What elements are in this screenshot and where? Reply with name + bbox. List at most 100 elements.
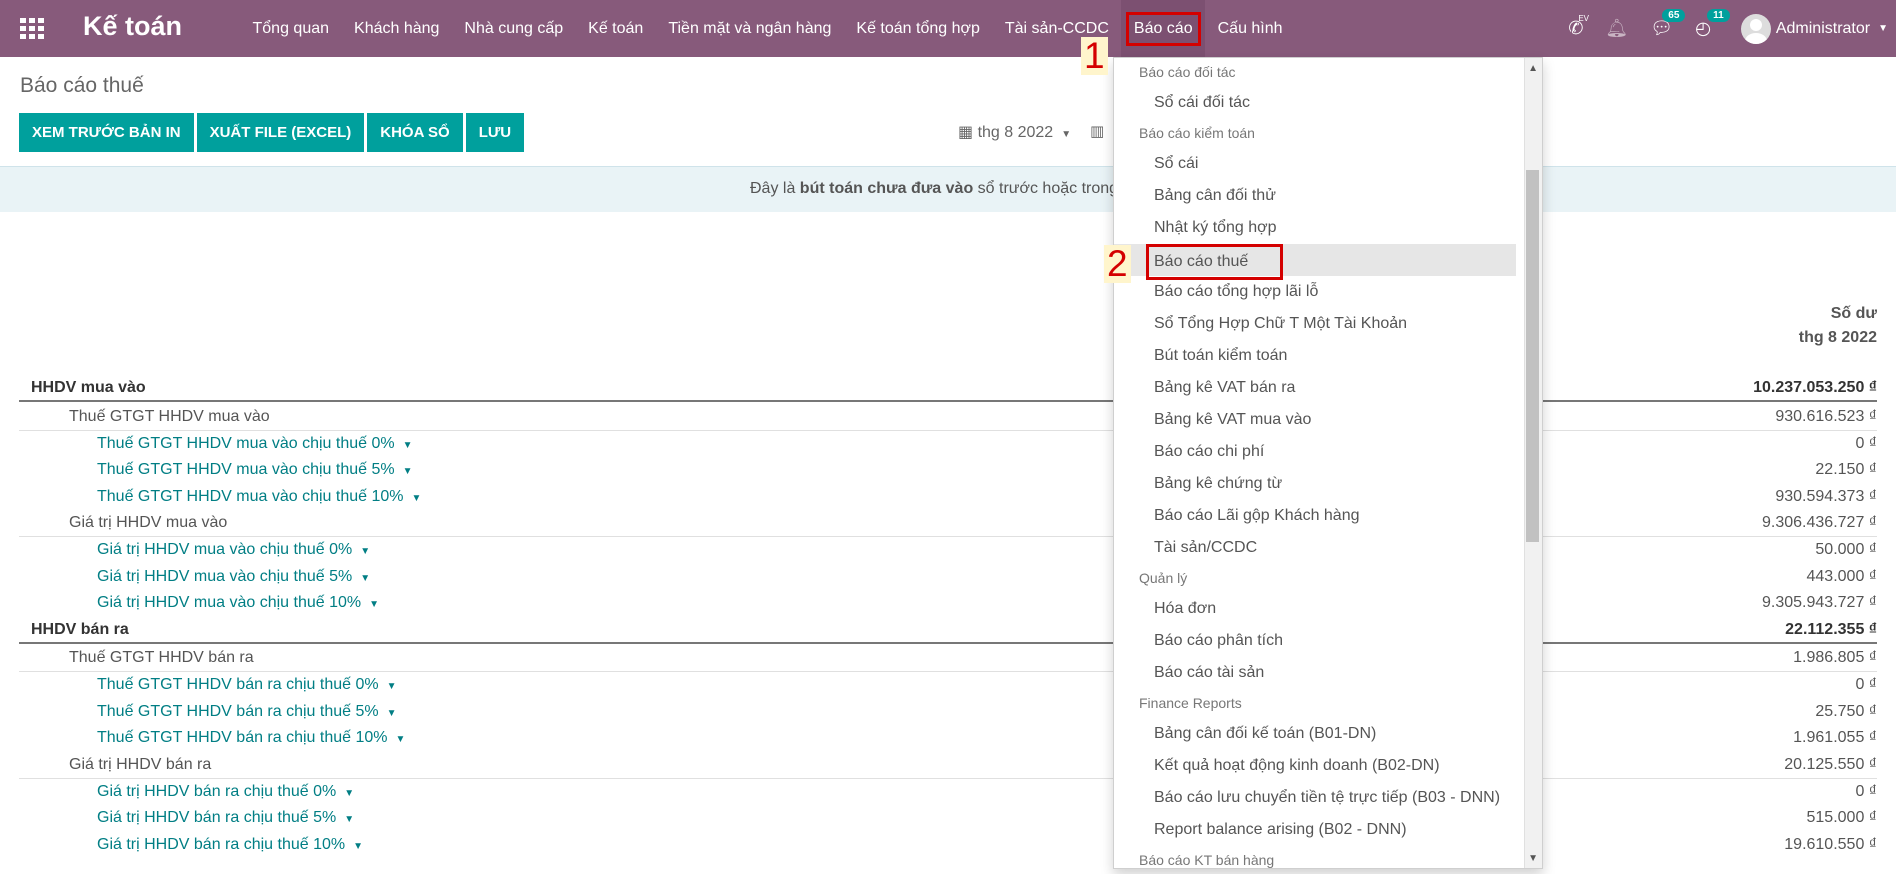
caret-down-icon[interactable]: ▼ xyxy=(344,788,354,799)
caret-down-icon[interactable]: ▼ xyxy=(353,841,363,852)
date-filter[interactable]: ▦ thg 8 2022 ▼ xyxy=(958,122,1071,142)
report-row-label: Giá trị HHDV bán ra xyxy=(69,756,211,774)
report-row-value: 19.610.550 ₫ xyxy=(1784,836,1877,853)
row-label-text: Giá trị HHDV mua vào xyxy=(69,514,228,531)
report-row[interactable]: Giá trị HHDV mua vào chịu thuế 10% ▼ 9.305… xyxy=(19,590,1877,617)
menu-item-1[interactable]: Khách hàng xyxy=(342,0,452,57)
dropdown-item-label: Hóa đơn xyxy=(1154,600,1217,617)
bar-chart-icon[interactable]: ▥ xyxy=(1090,122,1104,140)
apps-menu-icon[interactable] xyxy=(20,18,44,39)
app-brand[interactable]: Kế toán xyxy=(83,11,182,42)
dropdown-item[interactable]: Nhật ký tổng hợp xyxy=(1114,212,1542,244)
report-row-value: 1.961.055 ₫ xyxy=(1793,729,1877,746)
scrollbar[interactable]: ▲ ▼ xyxy=(1524,58,1542,868)
caret-down-icon[interactable]: ▼ xyxy=(387,708,397,719)
report-row[interactable]: Thuế GTGT HHDV mua vào chịu thuế 0% ▼ 0 ₫ xyxy=(19,431,1877,458)
dropdown-section-header: Báo cáo kiểm toán xyxy=(1139,125,1255,141)
menu-item-7[interactable]: Báo cáo xyxy=(1121,0,1206,57)
dropdown-item-label: Báo cáo tổng hợp lãi lỗ xyxy=(1154,283,1319,300)
caret-down-icon[interactable]: ▼ xyxy=(369,599,379,610)
caret-down-icon[interactable]: ▼ xyxy=(387,681,397,692)
scroll-down-icon[interactable]: ▼ xyxy=(1528,853,1538,864)
dropdown-item[interactable]: Bảng kê VAT bán ra xyxy=(1114,372,1542,404)
caret-down-icon[interactable]: ▼ xyxy=(344,814,354,825)
report-row[interactable]: Giá trị HHDV mua vào chịu thuế 5% ▼ 443.00… xyxy=(19,564,1877,591)
row-label-text: Thuế GTGT HHDV mua vào xyxy=(69,408,270,425)
dropdown-item[interactable]: Report balance arising (B02 - DNN) xyxy=(1114,814,1542,846)
row-label-text: Giá trị HHDV mua vào chịu thuế 0% xyxy=(97,541,353,558)
menu-item-0[interactable]: Tổng quan xyxy=(240,0,342,57)
dropdown-item[interactable]: Sổ Tổng Hợp Chữ T Một Tài Khoản xyxy=(1114,308,1542,340)
report-row-label: Thuế GTGT HHDV bán ra chịu thuế 5% ▼ xyxy=(97,703,397,721)
report-row-value: 0 ₫ xyxy=(1855,435,1877,452)
report-row-value: 20.125.550 ₫ xyxy=(1784,756,1877,773)
save-button[interactable]: LƯU xyxy=(465,113,525,152)
menu-item-4[interactable]: Tiền mặt và ngân hàng xyxy=(656,0,844,57)
dropdown-item[interactable]: Tài sản/CCDC xyxy=(1114,532,1542,564)
report-row[interactable]: Thuế GTGT HHDV mua vào chịu thuế 10% ▼ 930… xyxy=(19,484,1877,511)
dropdown-item[interactable]: Báo cáo chi phí xyxy=(1114,436,1542,468)
report-row[interactable]: Giá trị HHDV bán ra chịu thuế 0% ▼ 0 ₫ xyxy=(19,779,1877,806)
dropdown-item[interactable]: Báo cáo Lãi gộp Khách hàng xyxy=(1114,500,1542,532)
report-row[interactable]: Giá trị HHDV mua vào chịu thuế 0% ▼ 50.000… xyxy=(19,537,1877,564)
dropdown-item[interactable]: Bút toán kiểm toán xyxy=(1114,340,1542,372)
report-row[interactable]: Thuế GTGT HHDV bán ra chịu thuế 10% ▼ 1.96… xyxy=(19,725,1877,752)
dropdown-item[interactable]: Báo cáo tài sản xyxy=(1114,657,1542,689)
phone-icon[interactable]: ✆ EV xyxy=(1568,14,1589,39)
dropdown-item-label: Bảng cân đối thử xyxy=(1154,187,1276,204)
report-row-value: 22.150 ₫ xyxy=(1815,461,1877,478)
export-excel-button[interactable]: XUẤT FILE (EXCEL) xyxy=(196,113,365,152)
bell-icon[interactable]: 🔔︎ xyxy=(1605,18,1628,39)
caret-down-icon[interactable]: ▼ xyxy=(360,546,370,557)
dropdown-item[interactable]: Sổ cái xyxy=(1114,148,1542,180)
menu-item-2[interactable]: Nhà cung cấp xyxy=(452,0,576,57)
user-menu[interactable]: Administrator ▼ xyxy=(1740,13,1888,44)
caret-down-icon[interactable]: ▼ xyxy=(403,466,413,477)
report-row-value: 1.986.805 ₫ xyxy=(1793,649,1877,666)
caret-down-icon[interactable]: ▼ xyxy=(403,440,413,451)
caret-down-icon[interactable]: ▼ xyxy=(396,734,406,745)
caret-down-icon[interactable]: ▼ xyxy=(360,573,370,584)
menu-item-8[interactable]: Cấu hình xyxy=(1205,0,1295,57)
column-header-period: thg 8 2022 xyxy=(1798,329,1877,346)
report-row-label: Giá trị HHDV bán ra chịu thuế 10% ▼ xyxy=(97,836,363,854)
dropdown-item[interactable]: Bảng cân đối kế toán (B01-DN) xyxy=(1114,718,1542,750)
report-row: Thuế GTGT HHDV mua vào 930.616.523 ₫ xyxy=(19,404,1877,431)
scroll-up-icon[interactable]: ▲ xyxy=(1528,63,1538,74)
calendar-icon: ▦ xyxy=(958,124,974,141)
dropdown-item[interactable]: Báo cáo thuế xyxy=(1114,244,1516,280)
row-label-text: Thuế GTGT HHDV bán ra chịu thuế 5% xyxy=(97,703,379,720)
row-label-text: HHDV mua vào xyxy=(31,379,146,396)
report-row[interactable]: Giá trị HHDV bán ra chịu thuế 10% ▼ 19.610… xyxy=(19,832,1877,859)
menu-item-5[interactable]: Kế toán tổng hợp xyxy=(844,0,992,57)
clock-icon[interactable]: ◴ 11 xyxy=(1695,9,1730,39)
info-bold: bút toán chưa đưa vào xyxy=(799,180,974,197)
scrollbar-thumb[interactable] xyxy=(1526,170,1539,542)
chat-icon[interactable]: 💬︎ 65 xyxy=(1650,9,1686,39)
dropdown-item[interactable]: Kết quả hoạt động kinh doanh (B02-DN) xyxy=(1114,750,1542,782)
row-label-text: Giá trị HHDV mua vào chịu thuế 5% xyxy=(97,568,353,585)
row-label-text: Giá trị HHDV bán ra chịu thuế 0% xyxy=(97,783,337,800)
dropdown-item[interactable]: Báo cáo lưu chuyển tiền tệ trực tiếp (B0… xyxy=(1114,782,1542,814)
lock-book-button[interactable]: KHÓA SỔ xyxy=(367,113,463,152)
report-row[interactable]: Thuế GTGT HHDV mua vào chịu thuế 5% ▼ 22.1… xyxy=(19,457,1877,484)
caret-down-icon[interactable]: ▼ xyxy=(412,493,422,504)
menu-item-3[interactable]: Kế toán xyxy=(576,0,656,57)
activities-badge: 11 xyxy=(1707,9,1730,22)
report-row: HHDV bán ra 22.112.355 ₫ xyxy=(19,617,1877,644)
dropdown-item[interactable]: Bảng kê chứng từ xyxy=(1114,468,1542,500)
report-row[interactable]: Thuế GTGT HHDV bán ra chịu thuế 5% ▼ 25.75… xyxy=(19,699,1877,726)
report-row-label: Thuế GTGT HHDV bán ra xyxy=(69,649,254,667)
action-buttons: XEM TRƯỚC BẢN IN XUẤT FILE (EXCEL) KHÓA SỔ… xyxy=(19,113,527,152)
reports-dropdown: Báo cáo đối tác Sổ cái đối tác Báo cáo kiể… xyxy=(1113,57,1543,869)
print-preview-button[interactable]: XEM TRƯỚC BẢN IN xyxy=(19,113,194,152)
report-row[interactable]: Thuế GTGT HHDV bán ra chịu thuế 0% ▼ 0 ₫ xyxy=(19,672,1877,699)
dropdown-item[interactable]: Báo cáo phân tích xyxy=(1114,625,1542,657)
dropdown-item[interactable]: Bảng cân đối thử xyxy=(1114,180,1542,212)
date-filter-label: thg 8 2022 xyxy=(977,124,1054,141)
dropdown-item[interactable]: Sổ cái đối tác xyxy=(1114,87,1542,119)
report-row[interactable]: Giá trị HHDV bán ra chịu thuế 5% ▼ 515.000… xyxy=(19,805,1877,832)
dropdown-item[interactable]: Báo cáo tổng hợp lãi lỗ xyxy=(1114,276,1542,308)
dropdown-item[interactable]: Hóa đơn xyxy=(1114,593,1542,625)
dropdown-item[interactable]: Bảng kê VAT mua vào xyxy=(1114,404,1542,436)
